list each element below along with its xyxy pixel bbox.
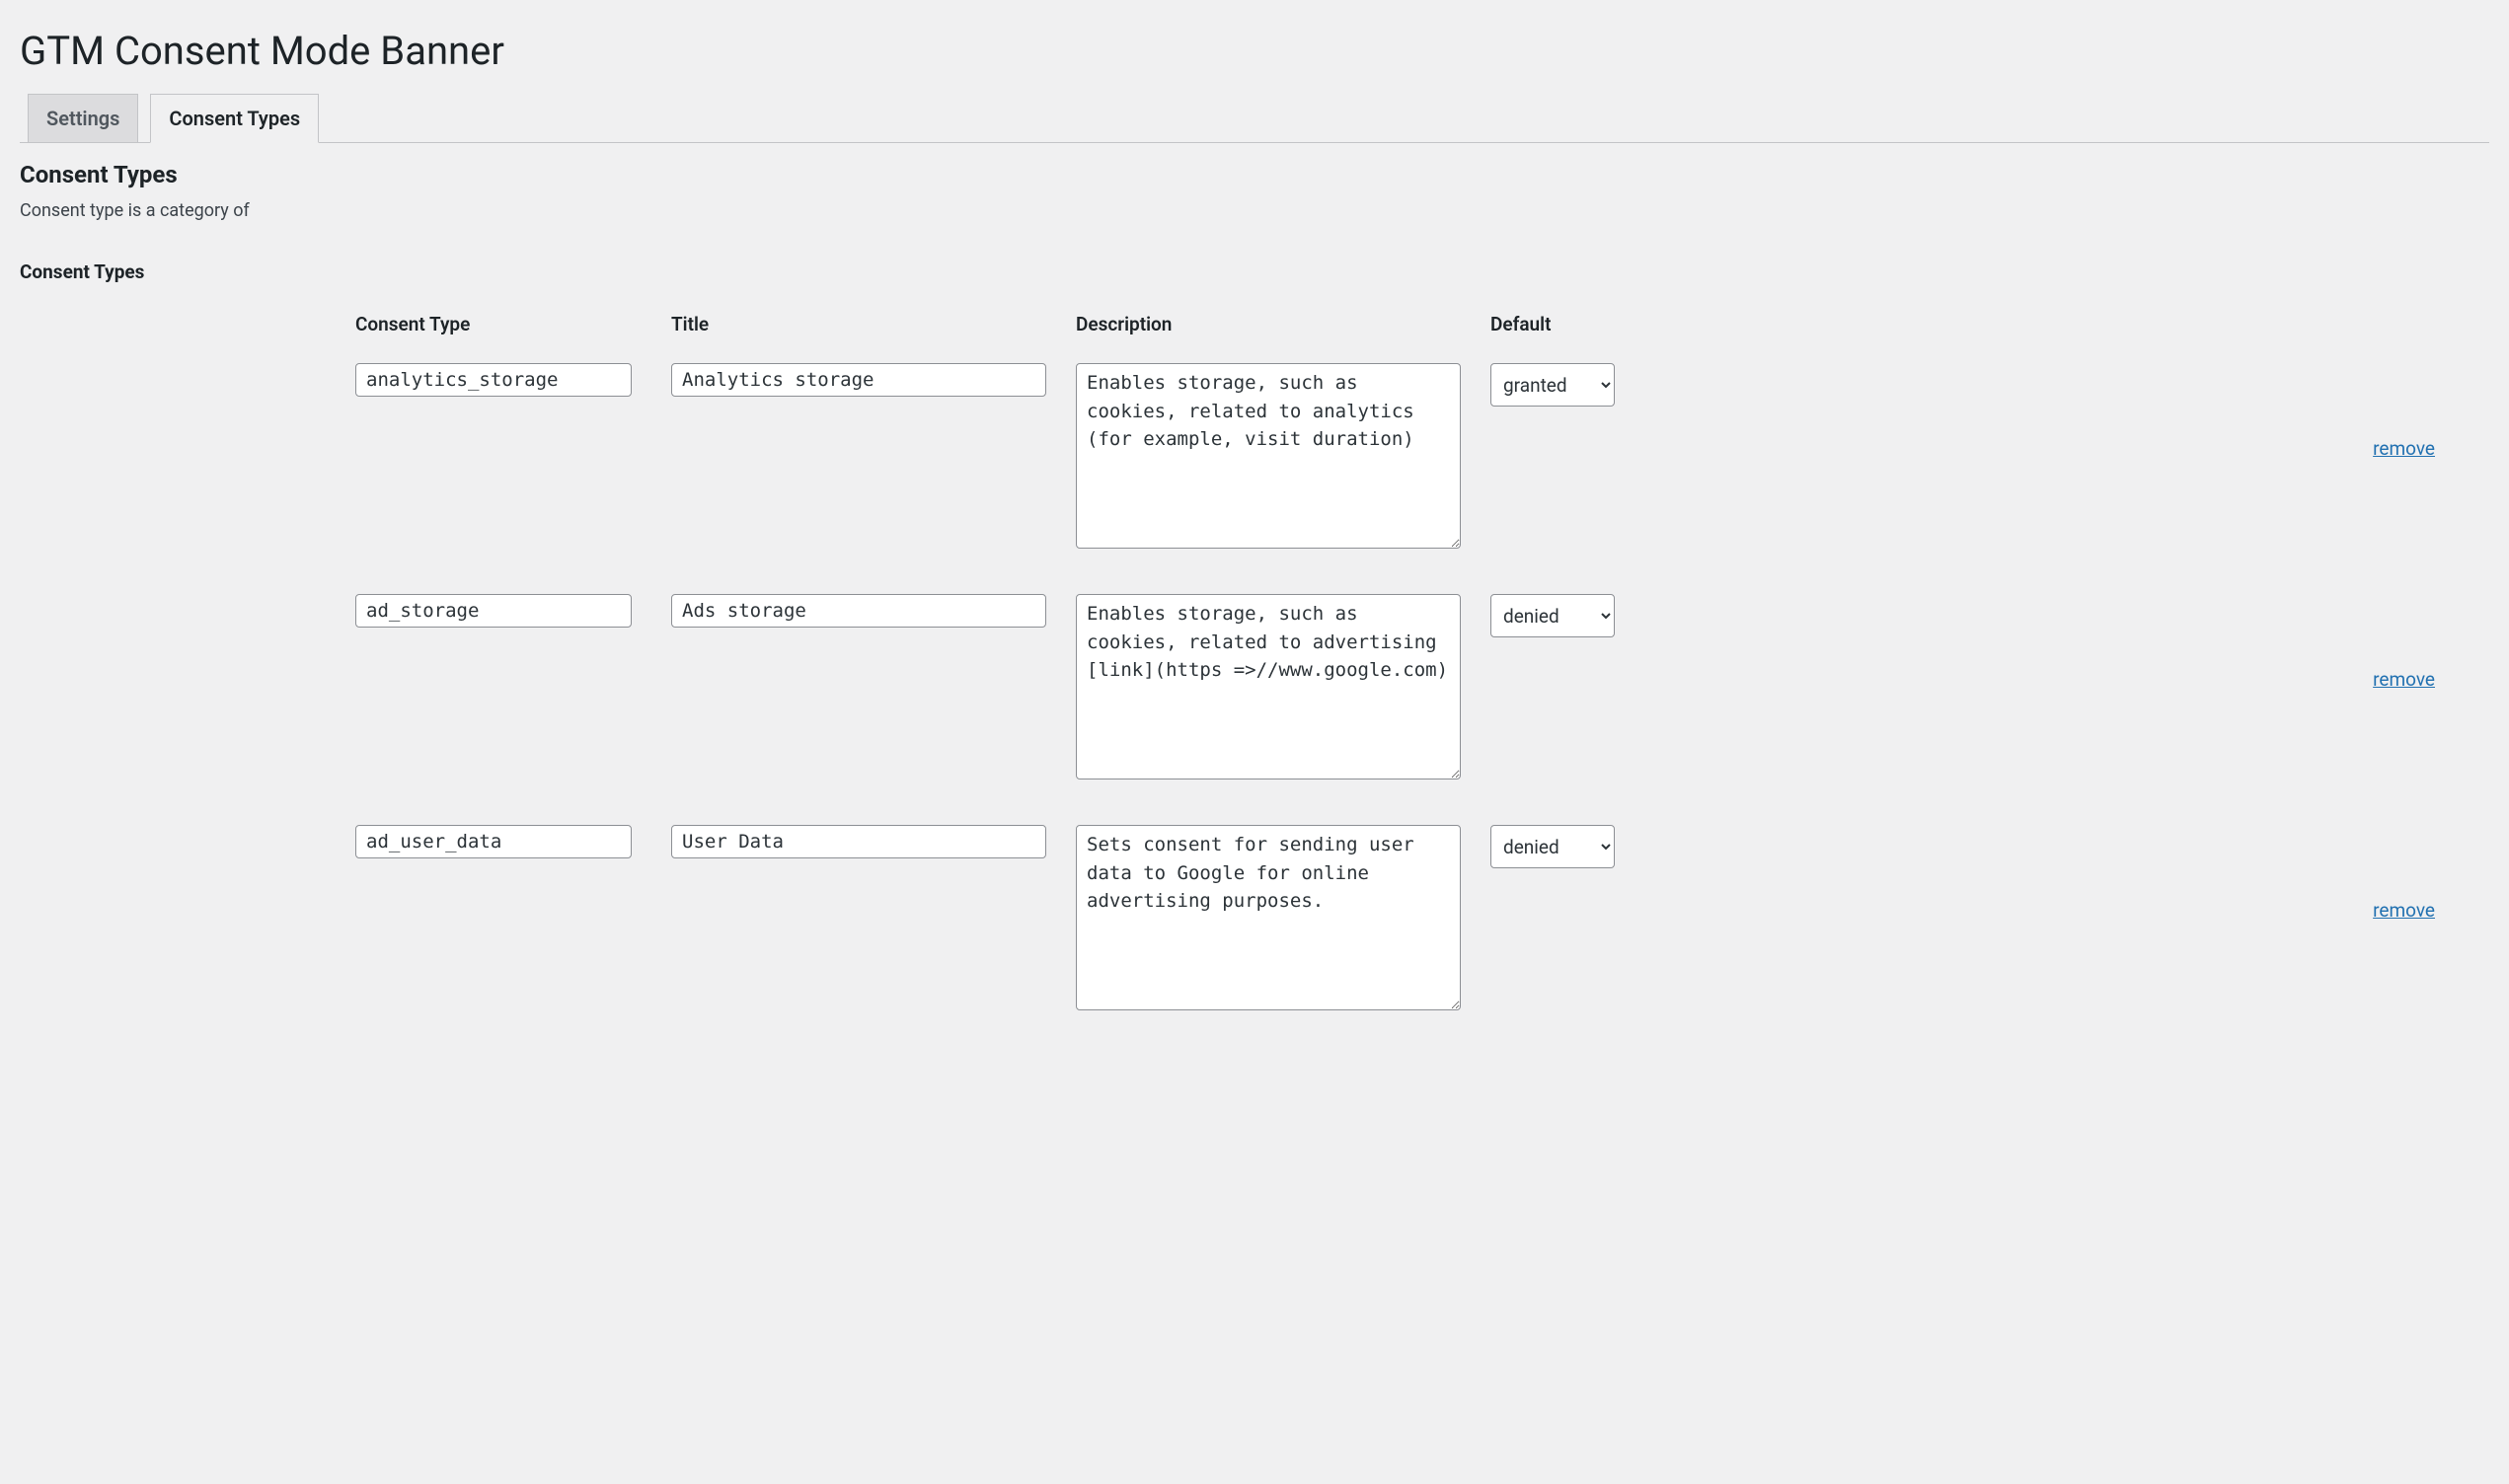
col-header-default: Default: [1490, 313, 1648, 335]
consent-default-select[interactable]: granted: [1490, 363, 1615, 407]
col-header-type: Consent Type: [355, 313, 671, 335]
consent-title-input[interactable]: [671, 825, 1046, 858]
consent-default-select[interactable]: denied: [1490, 594, 1615, 637]
consent-default-select[interactable]: denied: [1490, 825, 1615, 868]
tab-settings[interactable]: Settings: [28, 94, 138, 142]
table-header-row: Consent Type Title Description Default: [355, 313, 2489, 335]
table-row: granted remove: [355, 363, 2489, 553]
col-header-description: Description: [1076, 313, 1490, 335]
col-header-title: Title: [671, 313, 1076, 335]
table-row: denied remove: [355, 594, 2489, 783]
consent-type-input[interactable]: [355, 594, 632, 628]
page-title: GTM Consent Mode Banner: [20, 28, 2489, 74]
remove-link[interactable]: remove: [2373, 437, 2435, 460]
nav-tabs: Settings Consent Types: [20, 94, 2489, 143]
tab-consent-types[interactable]: Consent Types: [150, 94, 319, 143]
consent-type-input[interactable]: [355, 825, 632, 858]
table-row: denied remove: [355, 825, 2489, 1014]
consent-title-input[interactable]: [671, 363, 1046, 397]
consent-title-input[interactable]: [671, 594, 1046, 628]
consent-description-input[interactable]: [1076, 363, 1461, 549]
section-description: Consent type is a category of: [20, 200, 2489, 221]
consent-type-input[interactable]: [355, 363, 632, 397]
consent-description-input[interactable]: [1076, 594, 1461, 779]
consent-table: Consent Type Title Description Default g…: [20, 313, 2489, 1014]
remove-link[interactable]: remove: [2373, 668, 2435, 691]
table-heading: Consent Types: [20, 260, 2489, 283]
remove-link[interactable]: remove: [2373, 899, 2435, 922]
consent-description-input[interactable]: [1076, 825, 1461, 1010]
section-heading: Consent Types: [20, 161, 2489, 188]
